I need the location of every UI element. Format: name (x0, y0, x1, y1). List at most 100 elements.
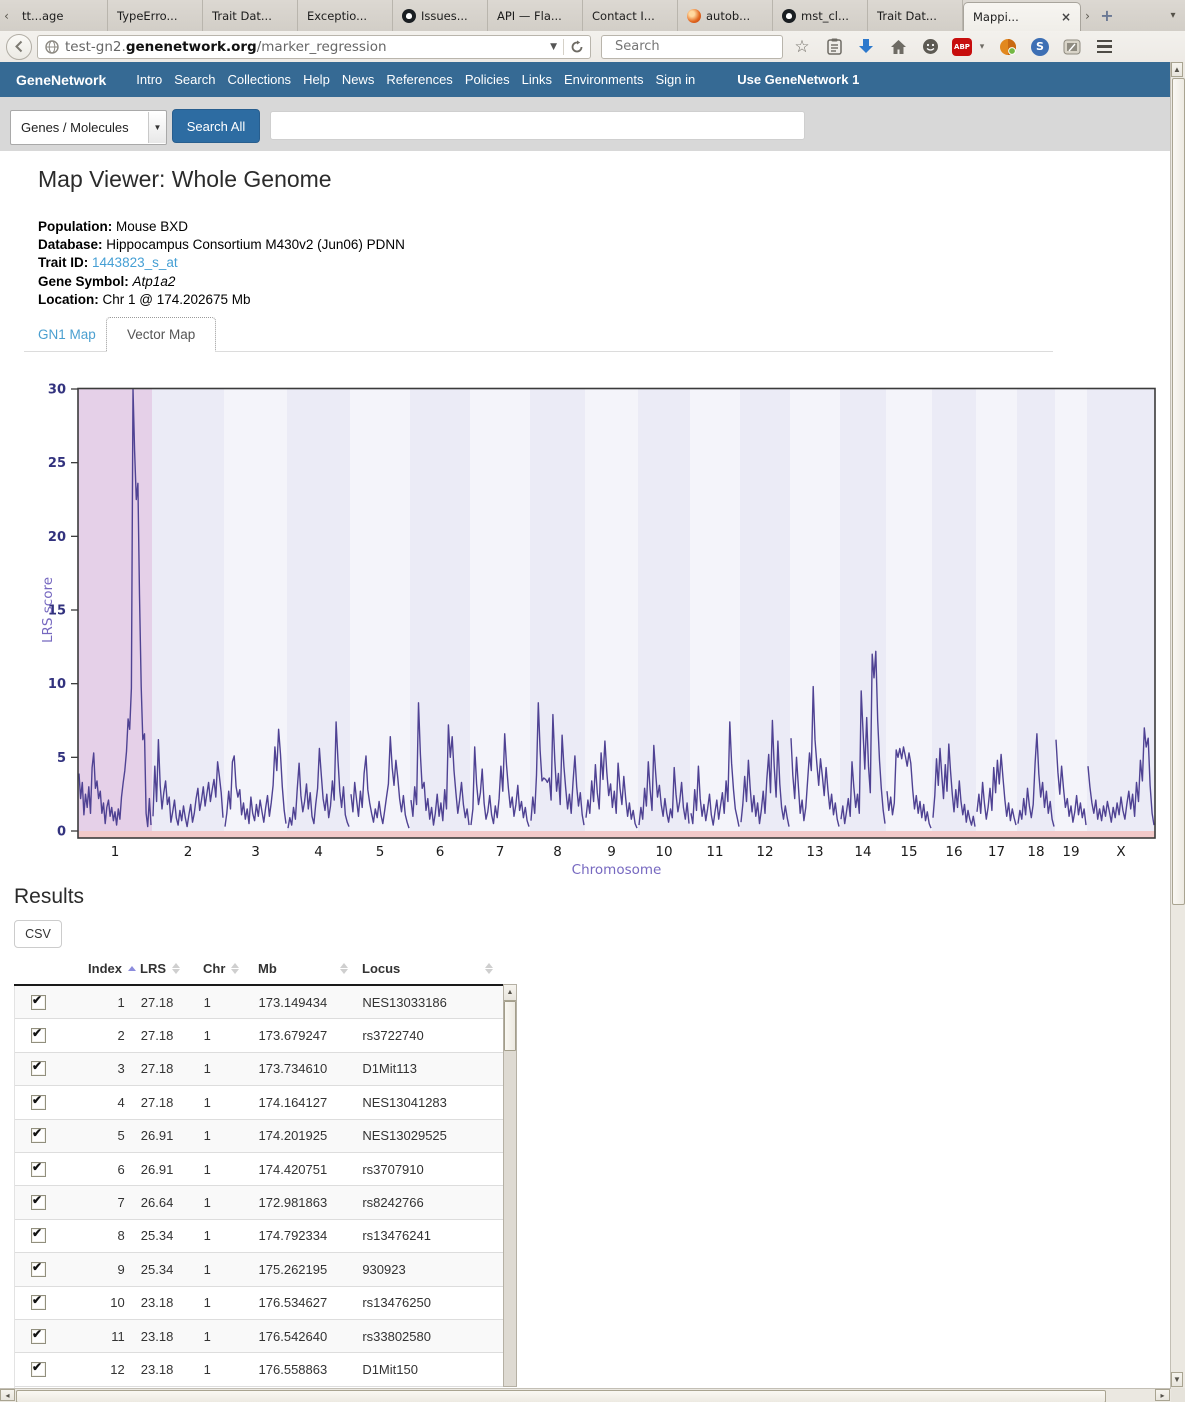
skype-addon-icon[interactable]: S (1027, 35, 1053, 59)
adblock-icon[interactable]: ABP (949, 35, 975, 59)
home-icon[interactable] (885, 35, 911, 59)
row-checkbox[interactable] (31, 1195, 46, 1210)
row-checkbox[interactable] (31, 1028, 46, 1043)
menu-icon[interactable] (1091, 35, 1117, 59)
sort-desc-icon (172, 969, 180, 974)
tab-gn1-map[interactable]: GN1 Map (38, 327, 96, 342)
reading-list-icon[interactable] (821, 35, 847, 59)
cell-locus: 930923 (358, 1262, 503, 1277)
nav-item-help[interactable]: Help (303, 72, 330, 87)
nav-item-intro[interactable]: Intro (136, 72, 162, 87)
nav-item-links[interactable]: Links (522, 72, 552, 87)
column-header-chr[interactable]: Chr (199, 961, 254, 976)
table-scroll-up-button[interactable]: ▲ (504, 985, 516, 1001)
row-checkbox[interactable] (31, 1295, 46, 1310)
sort-icon[interactable] (485, 963, 493, 974)
cell-mb: 173.149434 (255, 995, 359, 1010)
sort-icon[interactable] (172, 963, 180, 974)
reload-icon[interactable] (570, 40, 584, 54)
vertical-scrollbar-thumb[interactable] (1172, 78, 1185, 905)
table-scrollbar[interactable]: ▲ (503, 984, 517, 1387)
table-row: 825.341174.792334rs13476241 (15, 1220, 503, 1253)
tab-vector-map[interactable]: Vector Map (106, 317, 216, 352)
browser-tab[interactable]: TypeErro... (108, 0, 203, 31)
row-checkbox[interactable] (31, 1162, 46, 1177)
browser-tab[interactable]: autob... (678, 0, 773, 31)
tab-list-dropdown-button[interactable]: ▾ (1161, 0, 1185, 31)
downloads-icon[interactable] (853, 35, 879, 59)
csv-export-button[interactable]: CSV (14, 920, 62, 948)
cell-lrs: 23.18 (137, 1329, 200, 1344)
gn-search-input[interactable] (270, 111, 805, 140)
cell-mb: 172.981863 (255, 1195, 359, 1210)
chromosome-band (224, 389, 287, 839)
nav-item-search[interactable]: Search (174, 72, 215, 87)
nav-item-policies[interactable]: Policies (465, 72, 510, 87)
proxy-addon-icon[interactable] (995, 35, 1021, 59)
column-header-lrs[interactable]: LRS (136, 961, 199, 976)
search-all-button[interactable]: Search All (172, 109, 260, 143)
cell-chr: 1 (200, 1028, 255, 1043)
browser-tab-active[interactable]: Mappi...× (963, 2, 1081, 31)
row-checkbox[interactable] (31, 1228, 46, 1243)
bookmark-star-icon[interactable]: ☆ (789, 35, 815, 59)
cell-index: 9 (61, 1262, 137, 1277)
sort-icon[interactable] (340, 963, 348, 974)
cell-chr: 1 (200, 1162, 255, 1177)
browser-tab[interactable]: API — Fla... (488, 0, 583, 31)
row-checkbox[interactable] (31, 1329, 46, 1344)
checkbox-cell (15, 1329, 61, 1344)
row-checkbox[interactable] (31, 1095, 46, 1110)
tab-scroll-left-button[interactable]: ‹ (0, 0, 13, 31)
x-tick-label: 17 (988, 844, 1005, 860)
sort-icon[interactable] (231, 963, 239, 974)
url-history-dropdown-icon[interactable]: ▼ (544, 42, 563, 52)
use-genenetwork1-link[interactable]: Use GeneNetwork 1 (737, 72, 859, 87)
tab-close-icon[interactable]: × (1061, 10, 1071, 24)
tab-scroll-right-button[interactable]: › (1081, 0, 1094, 31)
chat-icon[interactable] (917, 35, 943, 59)
horizontal-scrollbar-thumb[interactable] (16, 1390, 1106, 1402)
row-checkbox[interactable] (31, 1262, 46, 1277)
page-horizontal-scrollbar[interactable]: ◂ ▸ (0, 1388, 1171, 1402)
column-header-mb[interactable]: Mb (254, 961, 358, 976)
x-tick-label: 15 (900, 844, 917, 860)
row-checkbox[interactable] (31, 1362, 46, 1377)
cell-lrs: 25.34 (137, 1262, 200, 1277)
url-bar[interactable]: test-gn2.genenetwork.org/marker_regressi… (37, 35, 591, 59)
browser-tab[interactable]: Exceptio... (298, 0, 393, 31)
browser-tab[interactable]: mst_cl... (773, 0, 868, 31)
search-category-select[interactable]: Genes / Molecules ▼ (10, 110, 167, 145)
x-tick-label: 8 (553, 844, 562, 860)
sort-icon[interactable] (128, 966, 136, 971)
new-tab-button[interactable]: + (1094, 0, 1120, 31)
column-header-index[interactable]: Index (60, 961, 136, 976)
row-checkbox[interactable] (31, 1061, 46, 1076)
trait-id-link[interactable]: 1443823_s_at (92, 255, 178, 270)
adblock-dropdown-icon[interactable]: ▾ (975, 35, 989, 59)
screenshot-addon-icon[interactable] (1059, 35, 1085, 59)
column-header-locus[interactable]: Locus (358, 961, 503, 976)
scroll-up-button[interactable]: ▲ (1171, 62, 1183, 77)
nav-item-news[interactable]: News (342, 72, 375, 87)
nav-item-sign-in[interactable]: Sign in (655, 72, 695, 87)
nav-item-collections[interactable]: Collections (227, 72, 291, 87)
nav-item-references[interactable]: References (386, 72, 452, 87)
browser-tab[interactable]: Trait Dat... (203, 0, 298, 31)
table-scrollbar-thumb[interactable] (504, 1001, 516, 1051)
browser-search-input[interactable] (613, 38, 787, 55)
scroll-left-button[interactable]: ◂ (0, 1389, 15, 1401)
row-checkbox[interactable] (31, 995, 46, 1010)
scroll-down-button[interactable]: ▼ (1171, 1372, 1183, 1387)
browser-tab[interactable]: Trait Dat... (868, 0, 963, 31)
page-vertical-scrollbar[interactable]: ▲ ▼ (1170, 62, 1185, 1388)
nav-item-environments[interactable]: Environments (564, 72, 643, 87)
row-checkbox[interactable] (31, 1128, 46, 1143)
scroll-right-button[interactable]: ▸ (1155, 1389, 1170, 1401)
browser-tab[interactable]: Contact I... (583, 0, 678, 31)
gn-brand[interactable]: GeneNetwork (16, 72, 106, 88)
browser-tab[interactable]: Issues... (393, 0, 488, 31)
browser-search-box[interactable] (601, 35, 783, 59)
back-button[interactable] (6, 34, 32, 60)
browser-tab[interactable]: tt...age (13, 0, 108, 31)
